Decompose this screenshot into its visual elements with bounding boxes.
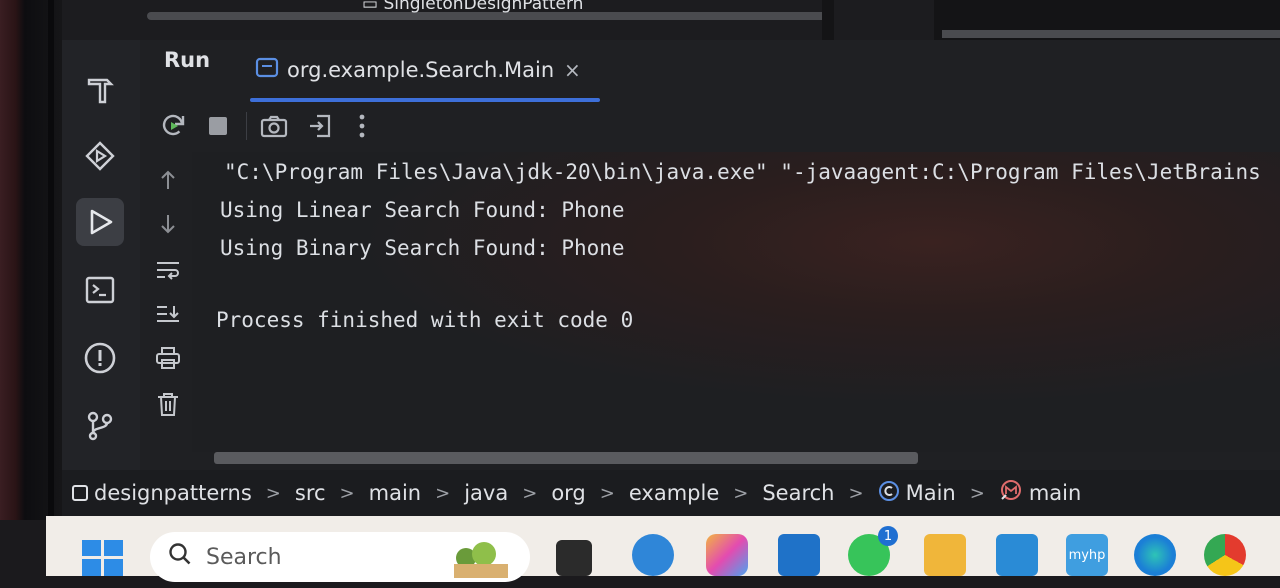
breadcrumb-item-src[interactable]: src: [295, 481, 326, 505]
run-config-tab[interactable]: org.example.Search.Main: [255, 50, 554, 90]
stop-icon[interactable]: [202, 110, 234, 142]
run-tool-icon[interactable]: [76, 198, 124, 246]
app-window-icon[interactable]: [996, 534, 1038, 576]
build-hammer-icon[interactable]: [76, 66, 124, 114]
myhp-icon[interactable]: myhp: [1066, 534, 1108, 576]
breadcrumb-item-org[interactable]: org: [551, 481, 585, 505]
close-tab-icon[interactable]: ×: [564, 58, 581, 82]
scroll-up-arrow-icon[interactable]: [150, 164, 186, 196]
run-panel-title: Run: [164, 48, 211, 72]
console-gutter-toolbar: [140, 152, 190, 452]
editor-top-strip: ▭ SingletonDesignPattern: [62, 0, 1280, 40]
breadcrumb-item-main-folder[interactable]: main: [369, 481, 421, 505]
chevron-right-icon: >: [733, 482, 749, 504]
console-output[interactable]: "C:\Program Files\Java\jdk-20\bin\java.e…: [192, 152, 1280, 452]
soft-wrap-icon[interactable]: [150, 254, 186, 286]
class-file-icon: ▭: [362, 0, 384, 14]
windows-taskbar: Search 1 myhp: [46, 516, 1280, 582]
panel-separator: [822, 0, 834, 40]
whatsapp-notification-badge: 1: [878, 526, 898, 546]
run-config-tab-label: org.example.Search.Main: [287, 58, 555, 82]
print-icon[interactable]: [150, 342, 186, 374]
module-icon: [72, 485, 88, 501]
breadcrumb-label: main: [1028, 481, 1082, 505]
scroll-down-arrow-icon[interactable]: [150, 208, 186, 240]
more-options-icon[interactable]: [346, 110, 378, 142]
console-horizontal-scrollbar[interactable]: [214, 452, 918, 464]
breadcrumb-label: designpatterns: [94, 481, 252, 505]
services-icon[interactable]: [76, 132, 124, 180]
console-line-binary: Using Binary Search Found: Phone: [220, 236, 625, 260]
microsoft-store-icon[interactable]: [778, 534, 820, 576]
copilot-icon[interactable]: [706, 534, 748, 576]
left-tool-window-bar: [62, 40, 141, 470]
search-highlight-image: [446, 534, 516, 582]
task-view-icon[interactable]: [556, 540, 592, 576]
file-name: SingletonDesignPattern: [383, 0, 584, 14]
chevron-right-icon: >: [339, 482, 355, 504]
breadcrumb-label: Main: [905, 481, 956, 505]
breadcrumb-item-main-method[interactable]: main: [999, 479, 1081, 508]
screen-bezel: [0, 0, 62, 520]
file-explorer-icon[interactable]: [924, 534, 966, 576]
chevron-right-icon: >: [848, 482, 864, 504]
chevron-right-icon: >: [435, 482, 451, 504]
search-icon: [168, 542, 192, 572]
console-line-exit: Process finished with exit code 0: [216, 308, 634, 332]
camera-snapshot-icon[interactable]: [258, 110, 290, 142]
windows-start-icon[interactable]: [82, 540, 124, 580]
breadcrumb-item-search[interactable]: Search: [762, 481, 834, 505]
toolbar-divider: [246, 112, 247, 140]
console-line-linear: Using Linear Search Found: Phone: [220, 198, 625, 222]
breadcrumb-item-main-class[interactable]: Main: [878, 480, 956, 507]
run-tool-window: Run org.example.Search.Main × "C:\Progra…: [140, 40, 1280, 470]
git-branch-icon[interactable]: [76, 402, 124, 450]
run-actions-toolbar: [140, 102, 1280, 150]
chevron-right-icon: >: [522, 482, 538, 504]
chevron-right-icon: >: [265, 482, 281, 504]
tips-help-icon[interactable]: [632, 534, 674, 576]
method-icon: [999, 479, 1023, 508]
console-line-command: "C:\Program Files\Java\jdk-20\bin\java.e…: [224, 160, 1261, 184]
problems-icon[interactable]: [76, 334, 124, 382]
console-window-icon: [255, 57, 279, 84]
breadcrumb-item-example[interactable]: example: [629, 481, 719, 505]
terminal-icon[interactable]: [76, 266, 124, 314]
right-panel-scrollbar[interactable]: [942, 30, 1280, 38]
scroll-to-end-icon[interactable]: [150, 298, 186, 330]
search-placeholder: Search: [206, 544, 282, 570]
exit-restore-icon[interactable]: [304, 110, 336, 142]
breadcrumb: designpatterns > src > main > java > org…: [62, 470, 1280, 516]
project-tree-file[interactable]: ▭ SingletonDesignPattern: [362, 0, 583, 14]
chevron-right-icon: >: [599, 482, 615, 504]
breadcrumb-item-java[interactable]: java: [464, 481, 508, 505]
rerun-icon[interactable]: [158, 110, 190, 142]
chevron-right-icon: >: [969, 482, 985, 504]
edge-browser-icon[interactable]: [1134, 534, 1176, 576]
chrome-browser-icon[interactable]: [1204, 534, 1246, 576]
trash-clear-icon[interactable]: [150, 388, 186, 420]
breadcrumb-item-project[interactable]: designpatterns: [72, 481, 252, 505]
class-icon: [878, 480, 900, 507]
taskbar-search-box[interactable]: Search: [150, 532, 530, 582]
